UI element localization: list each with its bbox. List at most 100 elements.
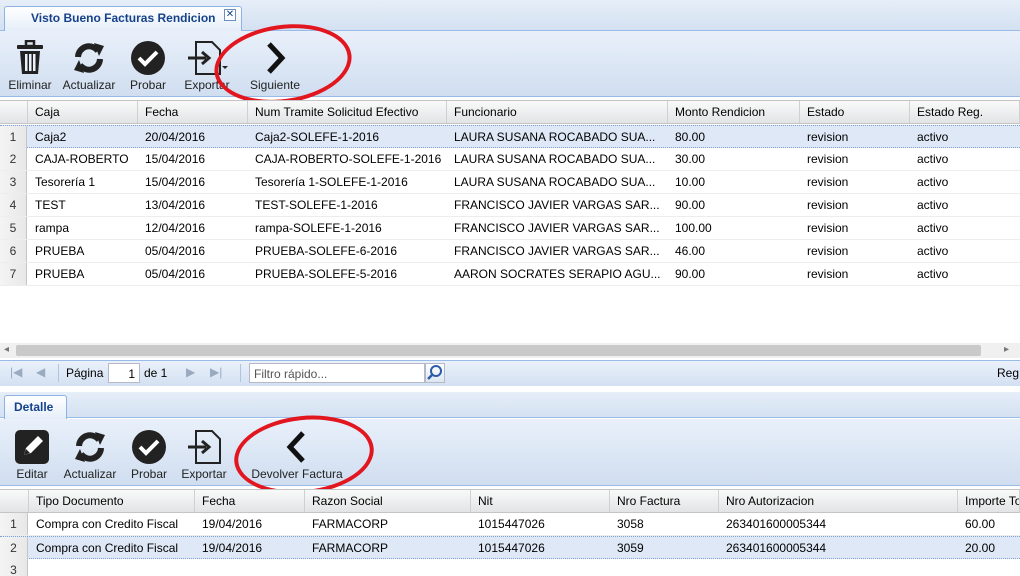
trash-icon	[17, 40, 43, 74]
pager-toolbar: |◀ ◀ Página 1 de 1 ▶ ▶| Filtro rápido...…	[0, 360, 1020, 386]
tab-detalle[interactable]: Detalle	[4, 395, 67, 419]
col-importe-total[interactable]: Importe To	[958, 490, 1020, 512]
table-cell: 1015447026	[478, 517, 545, 531]
actualizar-detail-button[interactable]: Actualizar	[60, 429, 120, 481]
eliminar-button[interactable]: Eliminar	[6, 40, 54, 92]
table-cell	[719, 559, 958, 576]
col-funcionario[interactable]: Funcionario	[447, 101, 668, 123]
table-row[interactable]: 4 TEST 13/04/2016 TEST-SOLEFE-1-2016 FRANCIS…	[0, 194, 1020, 217]
table-row[interactable]: 5 rampa 12/04/2016 rampa-SOLEFE-1-2016 FRANC…	[0, 217, 1020, 240]
tab-close-icon[interactable]: ✕	[224, 9, 236, 21]
search-icon	[427, 365, 442, 380]
refresh-icon	[74, 43, 104, 73]
table-cell: PRUEBA-SOLEFE-6-2016	[255, 244, 398, 258]
probar-detail-button[interactable]: Probar	[127, 429, 171, 481]
row-number: 2	[0, 148, 27, 170]
devolver-label: Devolver Factura	[251, 467, 343, 481]
table-cell: activo	[917, 221, 949, 235]
table-row[interactable]: 1 Caja2 20/04/2016 Caja2-SOLEFE-1-2016 LAURA…	[0, 125, 1020, 148]
col-fecha[interactable]: Fecha	[195, 490, 305, 512]
table-cell: PRUEBA-SOLEFE-5-2016	[255, 267, 398, 281]
check-circle-icon	[132, 430, 166, 464]
first-page-icon[interactable]: |◀	[10, 365, 22, 379]
col-num-tramite[interactable]: Num Tramite Solicitud Efectivo	[248, 101, 447, 123]
prev-page-icon[interactable]: ◀	[36, 365, 45, 379]
table-cell: 80.00	[675, 130, 706, 144]
rownum-header	[0, 101, 28, 123]
table-cell: 46.00	[675, 244, 706, 258]
row-number: 1	[0, 126, 27, 148]
exportar-button[interactable]: Exportar	[176, 40, 238, 92]
table-row[interactable]: 6 PRUEBA 05/04/2016 PRUEBA-SOLEFE-6-2016 FRA…	[0, 240, 1020, 263]
table-cell: 10.00	[675, 175, 706, 189]
devolver-factura-button[interactable]: Devolver Factura	[248, 429, 346, 481]
table-row[interactable]: 2 Compra con Credito Fiscal 19/04/2016 FARM…	[0, 536, 1020, 559]
table-cell: revision	[807, 267, 849, 281]
exportar-detail-button[interactable]: Exportar	[178, 429, 230, 481]
next-page-icon[interactable]: ▶	[186, 365, 195, 379]
export-icon	[188, 41, 228, 75]
table-cell: PRUEBA	[35, 267, 85, 281]
scrollbar-thumb[interactable]	[16, 345, 981, 356]
table-cell: activo	[917, 152, 949, 166]
col-caja[interactable]: Caja	[28, 101, 138, 123]
tab-visto-bueno[interactable]: Visto Bueno Facturas Rendicion	[4, 6, 242, 31]
editar-button[interactable]: Editar	[10, 429, 54, 481]
table-cell: LAURA SUSANA ROCABADO SUA...	[454, 130, 656, 144]
col-tipo-documento[interactable]: Tipo Documento	[29, 490, 195, 512]
row-number: 6	[0, 240, 27, 262]
bottom-toolbar: Editar Actualizar Probar Exportar Devolv…	[0, 419, 1020, 486]
table-cell: TEST-SOLEFE-1-2016	[255, 198, 378, 212]
table-cell: Caja2	[35, 130, 67, 144]
table-row[interactable]: 7 PRUEBA 05/04/2016 PRUEBA-SOLEFE-5-2016 AAR…	[0, 263, 1020, 286]
chevron-left-icon	[286, 431, 305, 463]
col-nit[interactable]: Nit	[471, 490, 610, 512]
col-estado[interactable]: Estado	[800, 101, 910, 123]
table-cell: rampa-SOLEFE-1-2016	[255, 221, 382, 235]
scroll-right-icon[interactable]: ▸	[1004, 344, 1009, 355]
table-cell: FRANCISCO JAVIER VARGAS SAR...	[454, 221, 660, 235]
table-cell: activo	[917, 267, 949, 281]
table-cell: FRANCISCO JAVIER VARGAS SAR...	[454, 244, 660, 258]
table-cell: 60.00	[965, 517, 996, 531]
quick-filter-input[interactable]: Filtro rápido...	[249, 363, 425, 383]
table-cell: 3059	[617, 541, 644, 555]
probar-button[interactable]: Probar	[126, 40, 170, 92]
table-row[interactable]: 3 Tesorería 1 15/04/2016 Tesorería 1-SOLEFE…	[0, 171, 1020, 194]
top-toolbar: Eliminar Actualizar Probar Exportar Sigu…	[0, 31, 1020, 97]
col-nro-factura[interactable]: Nro Factura	[610, 490, 719, 512]
table-cell: revision	[807, 130, 849, 144]
export-icon	[188, 430, 221, 464]
separator	[240, 364, 241, 382]
actualizar-label: Actualizar	[62, 78, 116, 92]
table-cell: 263401600005344	[726, 541, 827, 555]
search-button[interactable]	[425, 363, 445, 383]
rownum-header	[0, 490, 29, 512]
edit-icon	[15, 430, 49, 464]
col-monto[interactable]: Monto Rendicion	[668, 101, 800, 123]
col-razon-social[interactable]: Razon Social	[305, 490, 471, 512]
table-cell: 90.00	[675, 267, 706, 281]
table-cell: FARMACORP	[312, 541, 389, 555]
table-row[interactable]: 1 Compra con Credito Fiscal 19/04/2016 FARM…	[0, 513, 1020, 536]
page-input[interactable]: 1	[108, 363, 140, 383]
col-nro-autorizacion[interactable]: Nro Autorizacion	[719, 490, 958, 512]
exportar-label: Exportar	[184, 78, 230, 92]
last-page-icon[interactable]: ▶|	[210, 365, 222, 379]
top-grid-scrollbar[interactable]: ◂ ▸	[0, 343, 1020, 358]
col-fecha[interactable]: Fecha	[138, 101, 248, 123]
row-number: 3	[0, 559, 28, 576]
table-cell: 30.00	[675, 152, 706, 166]
siguiente-button[interactable]: Siguiente	[246, 40, 304, 92]
table-row[interactable]: 3	[0, 559, 1020, 576]
table-cell: 20/04/2016	[145, 130, 206, 144]
col-estado-reg[interactable]: Estado Reg.	[910, 101, 1020, 123]
table-cell: 90.00	[675, 198, 706, 212]
actualizar-button[interactable]: Actualizar	[60, 40, 118, 92]
table-cell: 12/04/2016	[145, 221, 206, 235]
scroll-left-icon[interactable]: ◂	[4, 344, 9, 355]
separator	[58, 364, 59, 382]
row-number: 1	[0, 513, 28, 535]
table-row[interactable]: 2 CAJA-ROBERTO 15/04/2016 CAJA-ROBERTO-SOLE…	[0, 148, 1020, 171]
probar-label: Probar	[129, 78, 167, 92]
